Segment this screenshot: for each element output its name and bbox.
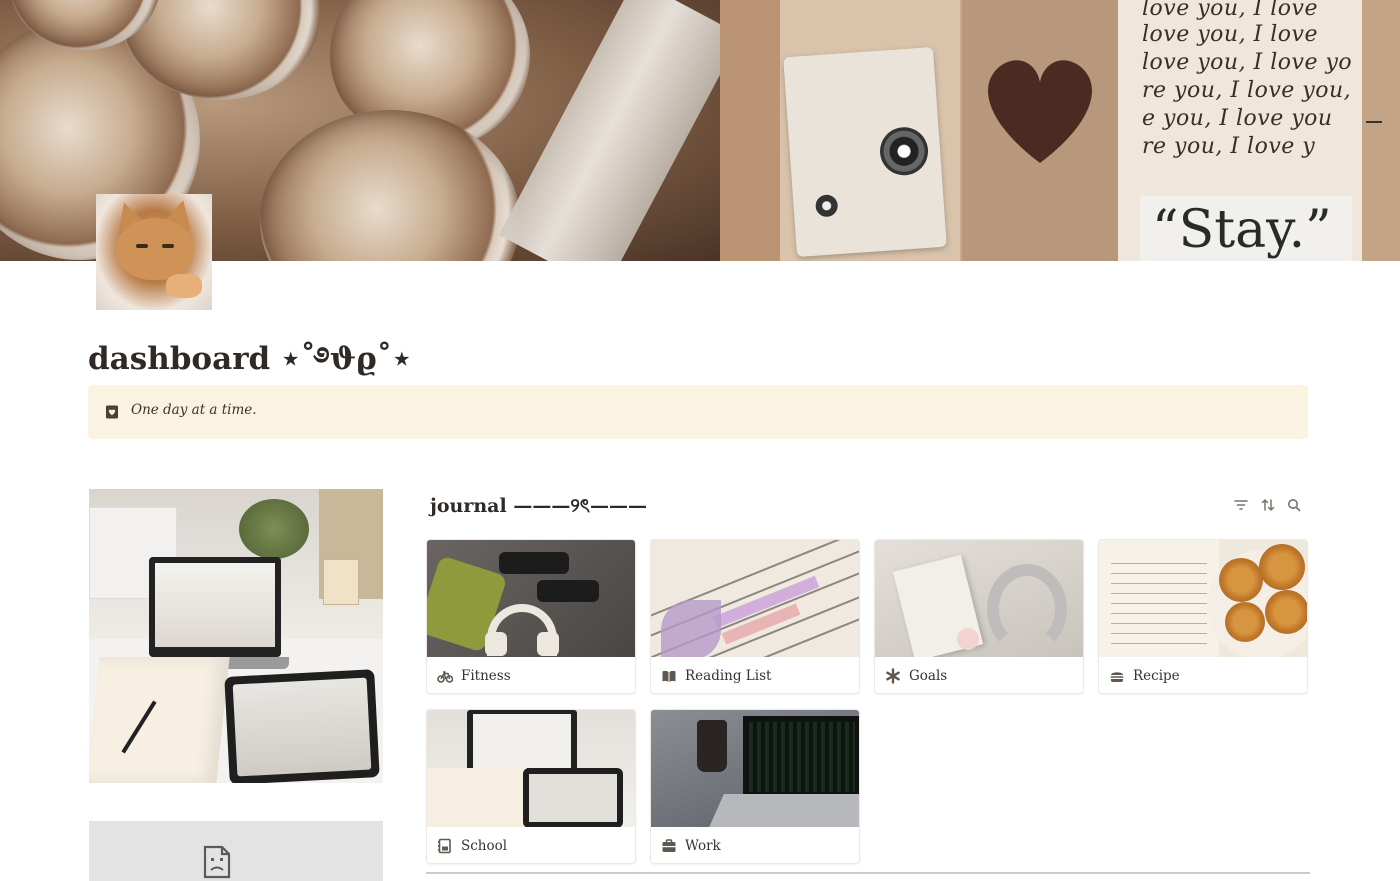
- card-cover-image: [651, 710, 859, 827]
- sort-icon[interactable]: [1259, 496, 1277, 514]
- notebook-icon: [438, 838, 451, 854]
- card-cover-image: [427, 540, 635, 657]
- gallery-card-fitness[interactable]: Fitness: [426, 539, 636, 694]
- gallery-card-work[interactable]: Work: [650, 709, 860, 864]
- page-icon-cat-photo[interactable]: [96, 194, 212, 310]
- callout-text: One day at a time.: [131, 402, 257, 418]
- cover-scroll-marker: [1366, 121, 1382, 123]
- callout-block[interactable]: One day at a time.: [88, 385, 1308, 439]
- cover-letter-line: love you, I love yo: [1142, 50, 1353, 75]
- card-title: Reading List: [685, 668, 772, 684]
- gallery-card-reading-list[interactable]: Reading List: [650, 539, 860, 694]
- gallery-title[interactable]: journal ———୨ৎ———: [430, 495, 647, 517]
- heart-book-icon: [106, 405, 118, 419]
- cover-letter-line: love you, I love: [1142, 22, 1318, 47]
- card-title: Recipe: [1133, 668, 1180, 684]
- gallery-card-goals[interactable]: Goals: [874, 539, 1084, 694]
- broken-embed-block[interactable]: [89, 821, 383, 881]
- card-title: School: [461, 838, 508, 854]
- card-cover-image: [427, 710, 635, 827]
- gallery-card-school[interactable]: School: [426, 709, 636, 864]
- gallery-header: journal ———୨ৎ———: [430, 492, 647, 518]
- open-book-icon: [662, 670, 676, 682]
- cover-letter-line: re you, I love y: [1142, 134, 1316, 159]
- filter-icon[interactable]: [1232, 496, 1250, 514]
- heart-icon: [988, 60, 1092, 163]
- cassette-image: [783, 47, 947, 257]
- gallery-toolbar: [1232, 496, 1304, 514]
- desk-photo[interactable]: [89, 489, 383, 783]
- search-icon[interactable]: [1285, 496, 1303, 514]
- card-cover-image: [1099, 540, 1307, 657]
- briefcase-icon: [662, 839, 676, 852]
- burger-icon: [1110, 672, 1124, 682]
- bicycle-icon: [437, 671, 453, 683]
- card-title: Work: [685, 838, 721, 854]
- card-cover-image: [651, 540, 859, 657]
- card-cover-image: [875, 540, 1083, 657]
- card-title: Goals: [909, 668, 948, 684]
- cover-stay-text: “Stay.”: [1152, 200, 1332, 260]
- asterisk-icon: [886, 668, 900, 684]
- cover-letter-line: love you, I love: [1142, 0, 1318, 21]
- cover-letter-line: e you, I love you: [1142, 106, 1333, 131]
- cover-letter-line: re you, I love you,: [1142, 78, 1352, 103]
- gallery-card-recipe[interactable]: Recipe: [1098, 539, 1308, 694]
- card-title: Fitness: [461, 668, 511, 684]
